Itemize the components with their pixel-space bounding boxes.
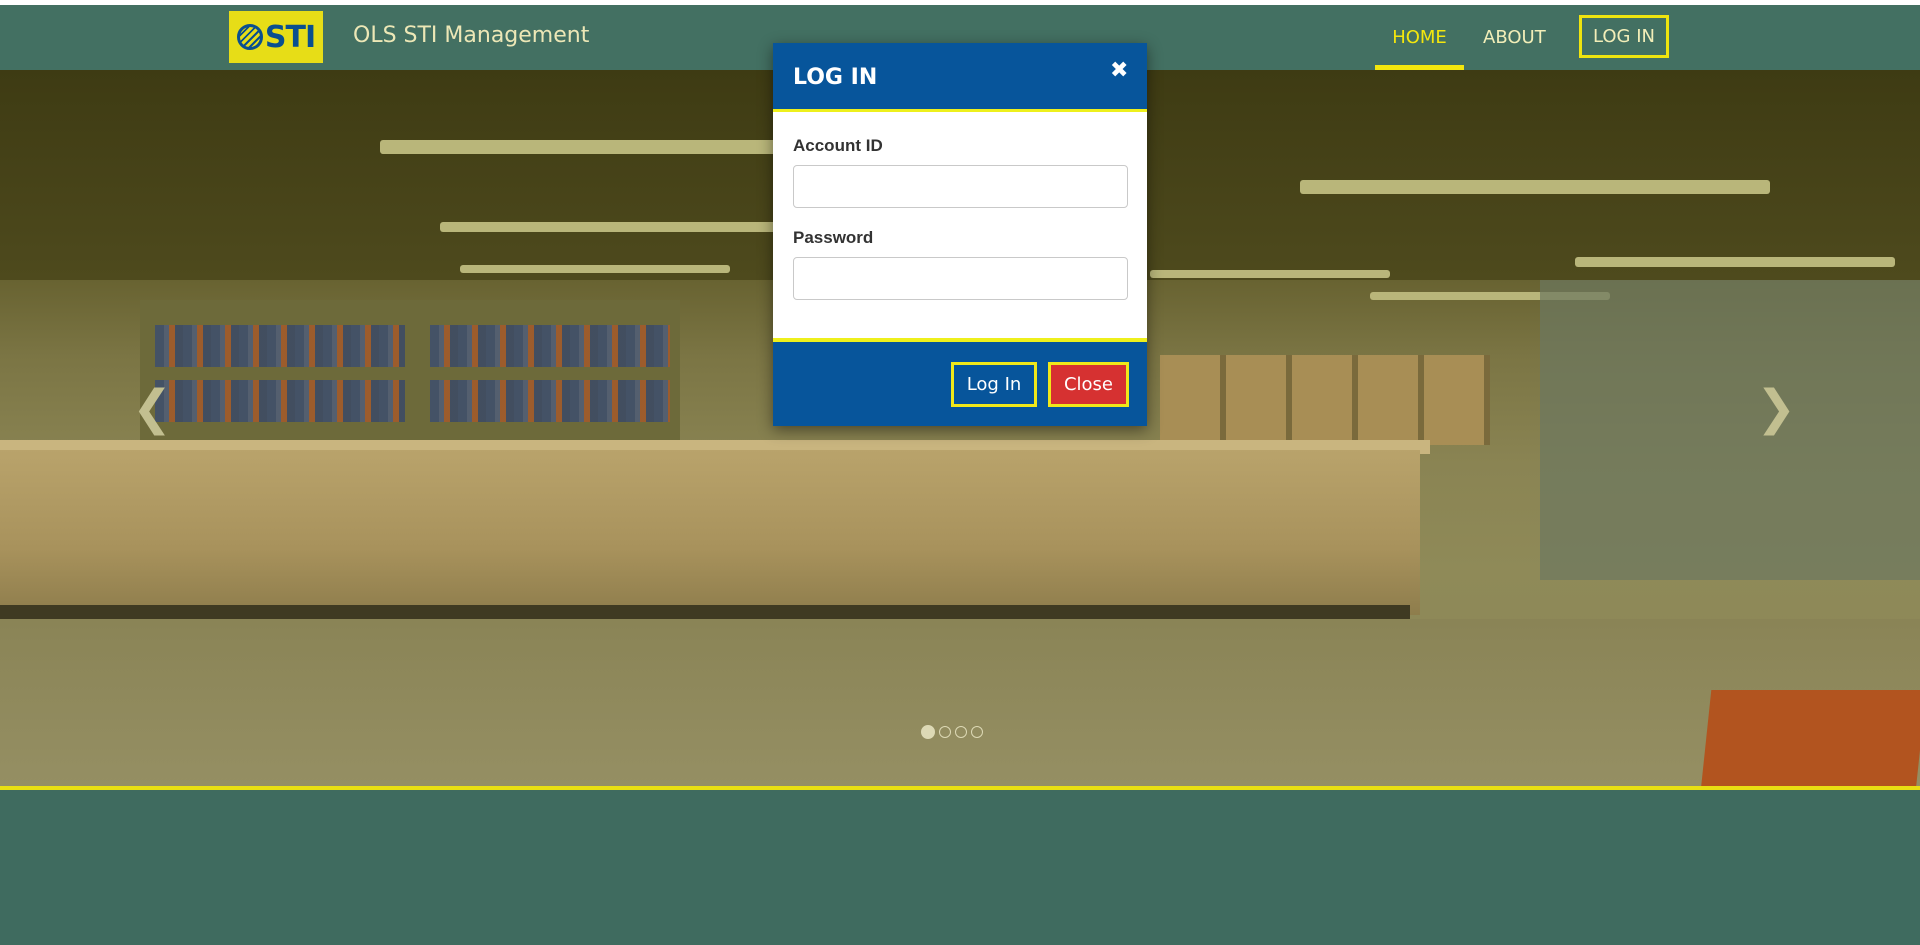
ceiling-light <box>1300 180 1770 194</box>
sti-logo[interactable]: STI <box>229 11 323 63</box>
books <box>430 325 670 367</box>
close-icon[interactable]: ✖ <box>1110 58 1128 83</box>
brand-title[interactable]: OLS STI Management <box>353 23 589 48</box>
account-id-label: Account ID <box>793 136 883 155</box>
logo-text: STI <box>264 19 316 55</box>
chevron-left-icon[interactable]: ❮ <box>132 380 172 436</box>
bookshelf <box>140 300 680 450</box>
logo-mark: STI <box>236 19 316 55</box>
red-chair <box>1698 690 1920 786</box>
ceiling-light <box>1150 270 1390 278</box>
books <box>155 325 405 367</box>
close-button[interactable]: Close <box>1048 362 1129 407</box>
slide-floor <box>0 619 1920 786</box>
password-label: Password <box>793 228 874 247</box>
chevron-right-icon[interactable]: ❯ <box>1756 380 1796 436</box>
login-modal: LOG IN ✖ Account ID Password Log In Clos… <box>773 43 1147 426</box>
ceiling-light <box>1575 257 1895 267</box>
carousel-indicator[interactable] <box>939 726 951 738</box>
globe-icon <box>236 24 263 50</box>
footer-area <box>0 790 1920 945</box>
carousel-indicator[interactable] <box>971 726 983 738</box>
cubby-shelves <box>1160 355 1490 445</box>
modal-footer: Log In Close <box>773 338 1147 426</box>
login-submit-button[interactable]: Log In <box>951 362 1037 407</box>
books <box>430 380 670 422</box>
carousel-indicators <box>921 725 983 739</box>
carousel-indicator[interactable] <box>955 726 967 738</box>
password-input[interactable] <box>793 257 1128 300</box>
nav-about-link[interactable]: ABOUT <box>1483 27 1546 48</box>
counter-base <box>0 605 1410 619</box>
ceiling-light <box>380 140 800 154</box>
modal-header: LOG IN ✖ <box>773 43 1147 112</box>
account-id-input[interactable] <box>793 165 1128 208</box>
reception-counter <box>0 450 1420 615</box>
ceiling-light <box>460 265 730 273</box>
modal-title: LOG IN <box>793 65 878 90</box>
books <box>155 380 405 422</box>
glass-wall <box>1540 280 1920 580</box>
nav-home-link[interactable]: HOME <box>1375 27 1464 70</box>
carousel-indicator[interactable] <box>921 725 935 739</box>
nav-login-button[interactable]: LOG IN <box>1579 15 1669 58</box>
